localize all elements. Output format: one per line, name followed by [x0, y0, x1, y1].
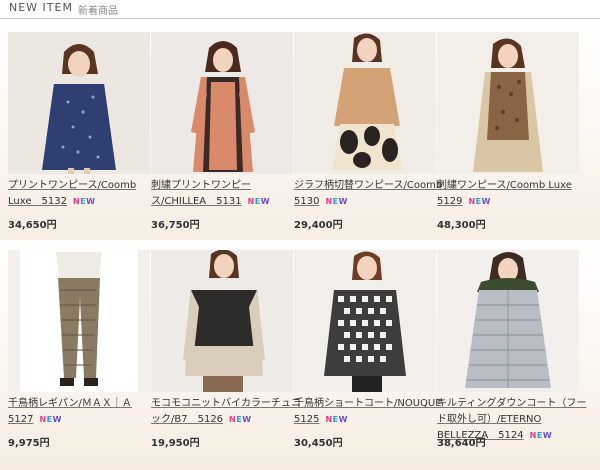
product-photo[interactable]: [437, 250, 579, 392]
product-name[interactable]: 千鳥柄ショートコート/NOUQUE 5125 NEW: [294, 396, 444, 428]
product-price: 9,975円: [8, 438, 50, 449]
new-badge: NEW: [72, 197, 96, 206]
product-photo[interactable]: [151, 32, 293, 174]
product-photo[interactable]: [437, 32, 579, 174]
product-price: 38,640円: [437, 438, 486, 449]
new-badge: NEW: [468, 197, 491, 206]
product-name[interactable]: プリントワンピース/Coomb Luxe 5132 NEW: [8, 178, 158, 210]
new-badge: NEW: [39, 415, 62, 424]
product-price: 48,300円: [437, 220, 486, 231]
product-photo[interactable]: [8, 32, 150, 174]
product-price: 30,450円: [294, 438, 343, 449]
product-price: 29,400円: [294, 220, 343, 231]
new-badge: NEW: [529, 431, 553, 440]
product-price: 34,650円: [8, 220, 57, 231]
section-title: NEW ITEM: [9, 1, 73, 14]
product-name[interactable]: ジラフ柄切替ワンピース/Coomb 5130 NEW: [294, 178, 444, 210]
product-name[interactable]: 刺繍プリントワンピース/CHILLEA 5131 NEW: [151, 178, 301, 210]
new-badge: NEW: [229, 415, 252, 424]
product-photo[interactable]: [294, 32, 436, 174]
new-badge: NEW: [247, 197, 271, 206]
product-photo[interactable]: [151, 250, 293, 392]
product-price: 19,950円: [151, 438, 200, 449]
new-badge: NEW: [325, 415, 348, 424]
new-badge: NEW: [325, 197, 348, 206]
product-name[interactable]: モコモコニットバイカラーチュニック/B7 5126 NEW: [151, 396, 301, 428]
product-price: 36,750円: [151, 220, 200, 231]
product-photo[interactable]: [294, 250, 436, 392]
section-header: NEW ITEM 新着商品: [0, 0, 600, 19]
product-name[interactable]: 千鳥柄レギパン/ＭＡＸ｜Ａ 5127 NEW: [8, 396, 158, 428]
product-photo[interactable]: [8, 250, 150, 392]
product-name[interactable]: 刺繍ワンピース/Coomb Luxe 5129 NEW: [437, 178, 587, 210]
section-subtitle: 新着商品: [78, 6, 118, 17]
